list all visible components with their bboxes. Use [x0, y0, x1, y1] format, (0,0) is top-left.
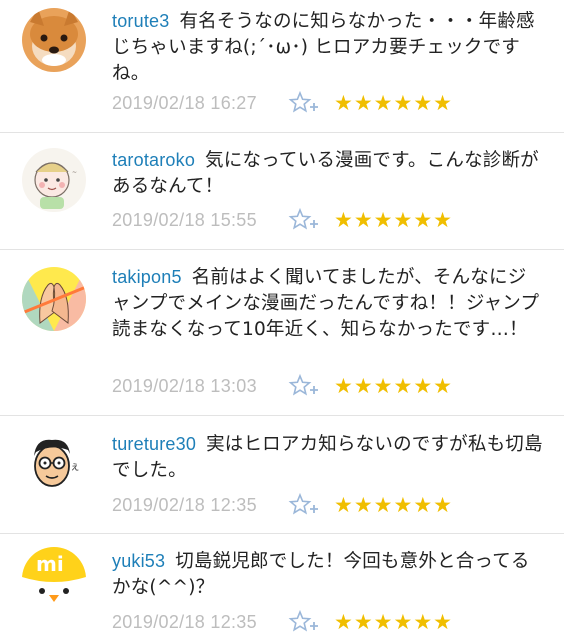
star-icon: ★ — [334, 91, 353, 115]
star-icon: ★ — [334, 374, 353, 398]
comment-meta: 2019/02/18 13:03 ★ ★ ★ ★ ★ ★ — [112, 372, 452, 400]
star-icon: ★ — [433, 374, 452, 398]
star-icon: ★ — [413, 493, 433, 517]
star-icon: ★ — [413, 208, 433, 232]
star-icon: ★ — [393, 493, 413, 517]
star-rating: ★ ★ ★ ★ ★ ★ — [334, 611, 452, 633]
star-icon: ★ — [353, 208, 373, 232]
comment-text: 有名そうなのに知らなかった・・・年齢感じちゃいますね(;´･ω･) ヒロアカ要チ… — [112, 11, 535, 84]
comment-text: 切島鋭児郎でした！今回も意外と合ってるかな(^^)？ — [112, 551, 530, 598]
hands-illustration-avatar[interactable] — [22, 267, 86, 331]
star-rating: ★ ★ ★ ★ ★ ★ — [334, 375, 452, 397]
star-icon: ★ — [353, 91, 373, 115]
comment-username[interactable]: tarotaroko — [112, 150, 195, 170]
comment-username[interactable]: tureture30 — [112, 434, 196, 454]
comment-item: torute3 有名そうなのに知らなかった・・・年齢感じちゃいますね(;´･ω･)… — [0, 0, 564, 133]
star-icon: ★ — [373, 374, 393, 398]
star-icon: ★ — [373, 208, 393, 232]
star-icon: ★ — [353, 493, 373, 517]
comment-date: 2019/02/18 12:35 — [112, 494, 257, 515]
star-icon: ★ — [334, 208, 353, 232]
svg-text:ぇ: ぇ — [70, 462, 80, 473]
star-icon: ★ — [433, 208, 452, 232]
star-icon: ★ — [393, 91, 413, 115]
star-rating: ★ ★ ★ ★ ★ ★ — [334, 494, 452, 516]
comment-list: torute3 有名そうなのに知らなかった・・・年齢感じちゃいますね(;´･ω･)… — [0, 0, 564, 640]
comment-date: 2019/02/18 12:35 — [112, 611, 257, 632]
comment-username[interactable]: yuki53 — [112, 551, 165, 571]
comment-meta: 2019/02/18 12:35 ★ ★ ★ ★ ★ ★ — [112, 608, 452, 636]
star-rating: ★ ★ ★ ★ ★ ★ — [334, 209, 452, 231]
star-icon: ★ — [373, 610, 393, 634]
star-icon: ★ — [433, 91, 452, 115]
comment-username[interactable]: takipon5 — [112, 267, 182, 287]
comment-meta: 2019/02/18 12:35 ★ ★ ★ ★ ★ ★ — [112, 491, 452, 519]
star-icon: ★ — [373, 91, 393, 115]
star-icon: ★ — [373, 493, 393, 517]
star-icon: ★ — [353, 610, 373, 634]
add-star-icon[interactable] — [288, 373, 324, 399]
star-icon: ★ — [353, 374, 373, 398]
comment-meta: 2019/02/18 15:55 ★ ★ ★ ★ ★ ★ — [112, 206, 452, 234]
add-star-icon[interactable] — [288, 609, 324, 635]
comment-item: takipon5 名前はよく聞いてましたが、そんなにジャンプでメインな漫画だったん… — [0, 250, 564, 416]
glasses-man-avatar[interactable]: ぇ — [22, 430, 86, 494]
comment-item: ~ tarotaroko 気になっている漫画です。こんな診断があるなんて！ 201… — [0, 133, 564, 250]
add-star-icon[interactable] — [288, 90, 324, 116]
comment-meta: 2019/02/18 16:27 ★ ★ ★ ★ ★ ★ — [112, 89, 452, 117]
star-icon: ★ — [334, 610, 353, 634]
svg-text:mi: mi — [36, 552, 64, 576]
add-star-icon[interactable] — [288, 207, 324, 233]
star-icon: ★ — [334, 493, 353, 517]
star-rating: ★ ★ ★ ★ ★ ★ — [334, 92, 452, 114]
comment-date: 2019/02/18 13:03 — [112, 375, 257, 396]
comment-date: 2019/02/18 15:55 — [112, 209, 257, 230]
star-icon: ★ — [393, 208, 413, 232]
comment-date: 2019/02/18 16:27 — [112, 92, 257, 113]
comment-username[interactable]: torute3 — [112, 11, 169, 31]
baby-drawing-avatar[interactable]: ~ — [22, 148, 86, 212]
comment-item: mi yuki53 切島鋭児郎でした！今回も意外と合ってるかな(^^)？ 2019… — [0, 534, 564, 640]
star-icon: ★ — [393, 374, 413, 398]
svg-text:~: ~ — [72, 169, 77, 176]
star-icon: ★ — [433, 610, 452, 634]
star-icon: ★ — [413, 374, 433, 398]
shiba-dog-avatar[interactable] — [22, 8, 86, 72]
yellow-chick-avatar[interactable]: mi — [22, 547, 86, 611]
comment-item: ぇ tureture30 実はヒロアカ知らないのですが私も切島でした。 2019/… — [0, 416, 564, 534]
add-star-icon[interactable] — [288, 492, 324, 518]
star-icon: ★ — [413, 610, 433, 634]
star-icon: ★ — [433, 493, 452, 517]
star-icon: ★ — [393, 610, 413, 634]
star-icon: ★ — [413, 91, 433, 115]
